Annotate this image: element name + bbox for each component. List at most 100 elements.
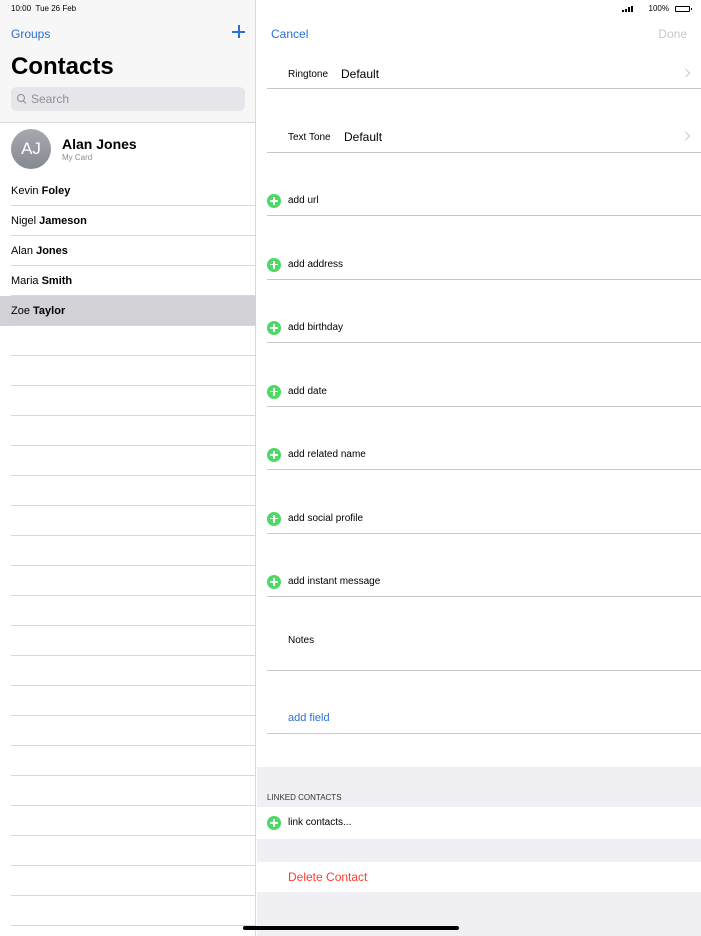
chevron-right-icon <box>681 68 691 78</box>
notes-row[interactable]: Notes <box>267 631 701 671</box>
contact-first-name: Maria <box>11 275 39 287</box>
groups-button[interactable]: Groups <box>11 27 50 41</box>
empty-list-row <box>0 446 256 476</box>
contact-last-name: Smith <box>41 275 73 287</box>
add-field-row[interactable]: add field <box>267 694 701 734</box>
add-field-row-4[interactable]: add related name <box>267 430 701 470</box>
empty-list-row <box>0 716 256 746</box>
add-field-label: add related name <box>288 449 366 460</box>
status-time: 10:00 Tue 26 Feb <box>11 4 76 13</box>
search-input[interactable]: Search <box>11 87 245 111</box>
home-indicator <box>243 926 459 930</box>
cancel-button[interactable]: Cancel <box>271 27 308 41</box>
add-field-row-1[interactable]: add address <box>267 240 701 280</box>
link-contacts-row[interactable]: link contacts... <box>257 807 701 839</box>
contacts-sidebar: Groups Contacts Search AJ Alan Jones My … <box>0 0 256 936</box>
empty-list-row <box>0 356 256 386</box>
done-button[interactable]: Done <box>658 27 687 41</box>
text-tone-label: Text Tone <box>288 132 331 143</box>
add-field-label: add social profile <box>288 512 364 524</box>
empty-list-row <box>0 566 256 596</box>
bottom-gray-section: LINKED CONTACTS link contacts... Delete … <box>257 767 701 936</box>
empty-list-row <box>0 656 256 686</box>
chevron-right-icon <box>681 131 691 141</box>
status-clock: 10:00 <box>11 4 32 13</box>
add-field-row-5[interactable]: add social profile <box>267 494 701 534</box>
add-field-label: add instant message <box>288 576 381 587</box>
empty-list-row <box>0 686 256 716</box>
linked-contacts-header: LINKED CONTACTS <box>267 793 342 802</box>
contact-row[interactable]: Alan Jones <box>0 236 256 266</box>
add-circle-icon[interactable] <box>267 321 281 335</box>
add-field-row-6[interactable]: add instant message <box>267 557 701 597</box>
empty-list-row <box>0 536 256 566</box>
contact-last-name: Foley <box>41 185 71 197</box>
empty-list-row <box>0 386 256 416</box>
contact-last-name: Taylor <box>33 305 66 317</box>
add-field-button[interactable]: add field <box>288 712 330 724</box>
add-circle-icon <box>267 816 281 830</box>
my-card-label: My Card <box>62 153 93 162</box>
empty-list-row <box>0 806 256 836</box>
contact-row[interactable]: Nigel Jameson <box>0 206 256 236</box>
add-circle-icon[interactable] <box>267 384 281 399</box>
add-contact-plus-icon[interactable] <box>232 24 246 40</box>
contact-row[interactable]: Maria Smith <box>0 266 256 296</box>
empty-list-row <box>0 476 256 506</box>
text-tone-row[interactable]: Text Tone Default <box>267 113 701 153</box>
add-field-label: add birthday <box>288 322 344 333</box>
empty-list-row <box>0 626 256 656</box>
empty-list-row <box>0 506 256 536</box>
add-field-row-2[interactable]: add birthday <box>267 303 701 343</box>
empty-list-row <box>0 746 256 776</box>
empty-list-row <box>0 776 256 806</box>
delete-contact-row[interactable]: Delete Contact <box>257 862 701 892</box>
empty-list-row <box>0 836 256 866</box>
add-field-label: add address <box>288 258 344 270</box>
add-circle-icon[interactable] <box>267 511 281 526</box>
empty-list-row <box>0 596 256 626</box>
contact-last-name: Jones <box>36 245 68 257</box>
search-icon <box>17 94 25 102</box>
contact-row[interactable]: Kevin Foley <box>0 176 256 206</box>
contact-first-name: Alan <box>11 245 34 257</box>
add-circle-icon[interactable] <box>267 257 281 272</box>
add-field-label: add url <box>288 195 319 206</box>
delete-contact-button[interactable]: Delete Contact <box>288 870 367 884</box>
search-placeholder: Search <box>31 92 70 106</box>
contact-list: Kevin Foley Nigel Jameson Alan Jones Maria … <box>0 176 256 926</box>
empty-list-row <box>0 866 256 896</box>
contact-first-name: Nigel <box>11 215 37 227</box>
my-card[interactable]: AJ Alan Jones My Card <box>0 127 256 175</box>
add-field-row-0[interactable]: add url <box>267 176 701 216</box>
link-contacts-label: link contacts... <box>288 817 352 828</box>
empty-list-row <box>0 896 256 926</box>
status-date: Tue 26 Feb <box>35 4 77 13</box>
contact-editor: Cancel Done Ringtone Default Text Tone D… <box>257 0 701 936</box>
status-right: 100% <box>621 4 692 13</box>
add-circle-icon[interactable] <box>267 448 281 462</box>
avatar: AJ <box>11 129 51 169</box>
empty-list-row <box>0 326 256 356</box>
my-card-name: Alan Jones <box>62 136 137 152</box>
text-tone-value: Default <box>344 130 383 144</box>
contact-row[interactable]: Zoe Taylor <box>0 296 256 326</box>
add-circle-icon[interactable] <box>267 575 281 589</box>
contact-first-name: Kevin <box>11 185 39 197</box>
battery-icon <box>675 5 692 12</box>
add-field-label: add date <box>288 385 327 397</box>
page-title: Contacts <box>11 53 114 80</box>
add-circle-icon[interactable] <box>267 194 281 208</box>
contact-last-name: Jameson <box>39 215 87 227</box>
add-field-row-3[interactable]: add date <box>267 367 701 407</box>
battery-percent: 100% <box>648 4 669 13</box>
signal-icon <box>621 5 633 12</box>
ringtone-label: Ringtone <box>288 69 329 80</box>
notes-label: Notes <box>288 635 315 646</box>
empty-list-row <box>0 416 256 446</box>
ringtone-value: Default <box>341 67 380 81</box>
ringtone-row[interactable]: Ringtone Default <box>267 49 701 89</box>
sidebar-header: Groups Contacts Search <box>0 0 255 123</box>
status-bar: 10:00 Tue 26 Feb 100% <box>0 0 701 16</box>
contact-first-name: Zoe <box>11 305 30 317</box>
